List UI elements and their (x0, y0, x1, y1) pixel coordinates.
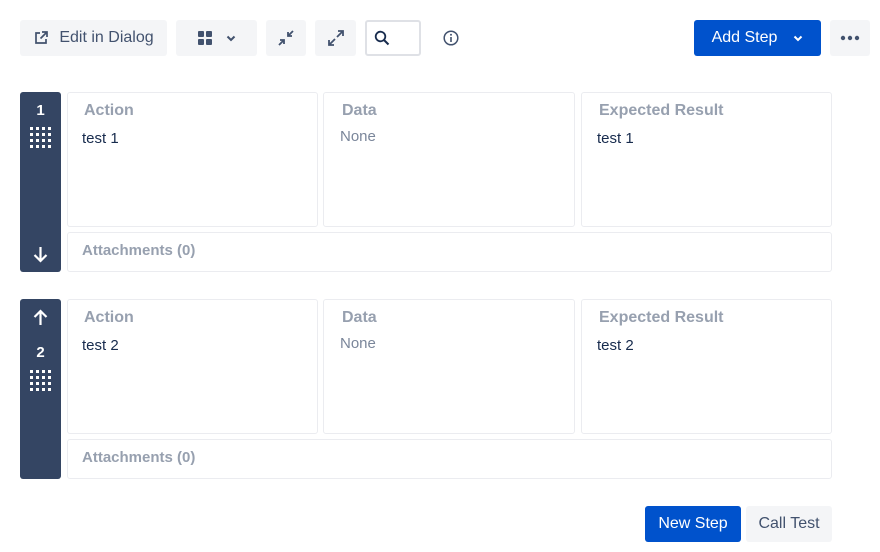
attachments-label: Attachments (0) (82, 449, 196, 466)
edit-in-dialog-button[interactable]: Edit in Dialog (20, 20, 167, 56)
data-header: Data (342, 309, 377, 326)
step-number: 2 (36, 344, 45, 361)
search-icon (374, 30, 390, 46)
expected-result-cell[interactable]: Expected Result test 2 (581, 299, 832, 434)
attachments-section[interactable]: Attachments (0) (67, 439, 832, 479)
search-input[interactable] (365, 20, 421, 56)
view-mode-dropdown[interactable] (176, 20, 257, 56)
new-step-button[interactable]: New Step (645, 506, 741, 542)
call-test-button[interactable]: Call Test (746, 506, 832, 542)
expected-result-value: test 1 (597, 130, 634, 147)
expand-icon (327, 30, 344, 46)
add-step-button[interactable]: Add Step (694, 20, 821, 56)
info-button[interactable] (440, 27, 462, 49)
collapse-icon (278, 30, 294, 46)
arrow-down-icon[interactable] (30, 244, 51, 265)
expand-button[interactable] (315, 20, 356, 56)
edit-in-dialog-label: Edit in Dialog (59, 29, 154, 46)
more-actions-button[interactable] (830, 20, 870, 56)
action-header: Action (84, 309, 134, 326)
action-cell[interactable]: Action test 2 (67, 299, 318, 434)
chevron-down-icon (226, 35, 235, 42)
external-link-icon (35, 31, 49, 44)
step-handle[interactable]: 2 (20, 299, 61, 479)
expected-result-value: test 2 (597, 337, 634, 354)
action-value: test 2 (82, 337, 119, 354)
data-value: None (340, 335, 376, 352)
drag-handle-icon[interactable] (30, 127, 51, 148)
attachments-section[interactable]: Attachments (0) (67, 232, 832, 272)
action-cell[interactable]: Action test 1 (67, 92, 318, 227)
attachments-label: Attachments (0) (82, 242, 196, 259)
arrow-up-icon[interactable] (30, 307, 51, 328)
data-cell[interactable]: Data None (323, 92, 575, 227)
action-header: Action (84, 102, 134, 119)
add-step-label: Add Step (711, 29, 778, 46)
collapse-button[interactable] (266, 20, 306, 56)
step-number: 1 (36, 102, 45, 119)
chevron-down-icon (794, 35, 803, 42)
new-step-label: New Step (658, 515, 728, 532)
expected-result-header: Expected Result (599, 309, 724, 326)
grid-view-icon (197, 31, 212, 45)
action-value: test 1 (82, 130, 119, 147)
step-handle[interactable]: 1 (20, 92, 61, 272)
data-cell[interactable]: Data None (323, 299, 575, 434)
data-header: Data (342, 102, 377, 119)
info-icon (443, 30, 459, 46)
more-icon (840, 35, 860, 41)
expected-result-cell[interactable]: Expected Result test 1 (581, 92, 832, 227)
call-test-label: Call Test (758, 515, 820, 532)
drag-handle-icon[interactable] (30, 370, 51, 391)
data-value: None (340, 128, 376, 145)
expected-result-header: Expected Result (599, 102, 724, 119)
